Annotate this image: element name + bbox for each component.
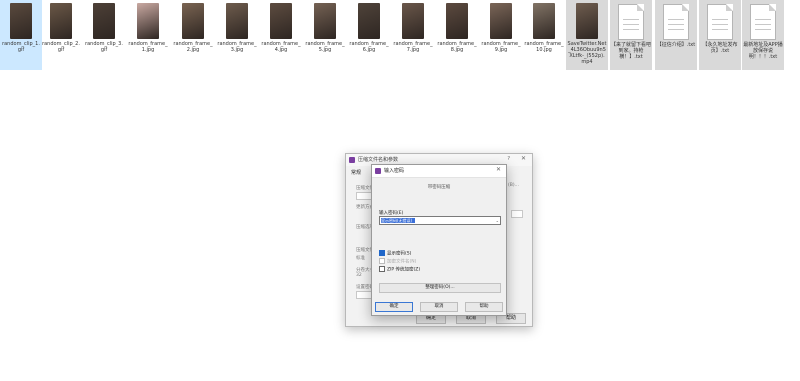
file-item[interactable]: random_frame_10.jpg	[523, 0, 565, 70]
file-item[interactable]: random_frame_4.jpg	[260, 0, 302, 70]
file-item[interactable]: random_frame_3.jpg	[216, 0, 258, 70]
zip-legacy-label: ZIP 传统加密(Z)	[387, 267, 421, 273]
file-name: random_frame_5.jpg	[305, 41, 345, 53]
text-file-icon	[663, 4, 689, 40]
password-input[interactable]: 显示密码(无错误) ⌄	[379, 216, 501, 225]
image-thumbnail-icon	[533, 3, 555, 39]
text-file-icon	[618, 4, 644, 40]
file-icon-grid: random_clip_1.gif random_clip_2.gif random…	[0, 0, 800, 72]
checkbox-icon	[379, 258, 385, 264]
chevron-down-icon[interactable]: ⌄	[496, 217, 499, 224]
text-file-icon	[750, 4, 776, 40]
image-thumbnail-icon	[270, 3, 292, 39]
close-icon[interactable]: ✕	[521, 155, 526, 162]
checkbox-checked-icon	[379, 250, 385, 256]
password-input-value: 显示密码(无错误)	[381, 218, 415, 223]
file-name: random_clip_1.gif	[2, 41, 40, 53]
file-name: random_frame_6.jpg	[349, 41, 389, 53]
winrar-icon	[349, 157, 355, 163]
file-item[interactable]: random_frame_2.jpg	[172, 0, 214, 70]
checkbox-icon	[379, 266, 385, 272]
file-item[interactable]: random_frame_5.jpg	[304, 0, 346, 70]
compression-method-value: 标准	[356, 256, 365, 261]
update-mode-select[interactable]	[511, 210, 523, 218]
file-item[interactable]: 【永久地址发布页】.txt	[699, 0, 741, 70]
file-name: random_frame_8.jpg	[437, 41, 477, 53]
image-thumbnail-icon	[576, 3, 598, 39]
file-name: random_frame_7.jpg	[393, 41, 433, 53]
file-name: SaveTwitter.Net_4L36Obuu9n5XLtfk-_(552p)…	[567, 41, 607, 65]
image-thumbnail-icon	[93, 3, 115, 39]
show-password-label: 显示密码(S)	[387, 251, 412, 257]
file-item[interactable]: random_clip_3.gif	[83, 0, 125, 70]
show-password-checkbox[interactable]: 显示密码(S)	[379, 250, 412, 257]
file-name: 【来了就留下看吧到家。持枪横！】.txt	[611, 42, 652, 60]
file-name: 【征信介绍】.txt	[656, 42, 696, 48]
image-thumbnail-icon	[402, 3, 424, 39]
archive-name-caption: 带密码压缩	[427, 185, 451, 190]
file-name: random_clip_2.gif	[42, 41, 80, 53]
file-item[interactable]: random_frame_8.jpg	[436, 0, 478, 70]
enter-password-dialog: 输入密码 ✕ 带密码压缩 输入密码(E) 显示密码(无错误) ⌄ 显示密码(S)…	[371, 164, 507, 316]
zip-legacy-encryption-checkbox[interactable]: ZIP 传统加密(Z)	[379, 266, 421, 273]
image-thumbnail-icon	[182, 3, 204, 39]
password-title-bar: 输入密码 ✕	[372, 165, 506, 178]
close-icon[interactable]: ✕	[496, 166, 501, 173]
image-thumbnail-icon	[226, 3, 248, 39]
image-thumbnail-icon	[358, 3, 380, 39]
file-item[interactable]: random_frame_6.jpg	[348, 0, 390, 70]
encrypt-filenames-checkbox[interactable]: 加密文件名(N)	[379, 258, 417, 265]
file-item[interactable]: 【征信介绍】.txt	[655, 0, 697, 70]
image-thumbnail-icon	[490, 3, 512, 39]
password-help-button[interactable]: 帮助	[465, 302, 503, 312]
file-item[interactable]: random_clip_2.gif	[40, 0, 82, 70]
file-item[interactable]: random_clip_1.gif	[0, 0, 42, 70]
image-thumbnail-icon	[314, 3, 336, 39]
browse-button[interactable]: (B)...	[508, 183, 519, 188]
dictionary-size-value: 32	[356, 273, 362, 278]
password-ok-button[interactable]: 确定	[375, 302, 413, 312]
organize-passwords-button[interactable]: 整理密码(O)...	[379, 283, 501, 293]
file-item[interactable]: random_frame_1.jpg	[127, 0, 169, 70]
image-thumbnail-icon	[10, 3, 32, 39]
file-name: 最新地址及APP播放保存说明！！！.txt	[743, 42, 783, 60]
file-name: random_frame_10.jpg	[524, 41, 564, 53]
file-item[interactable]: SaveTwitter.Net_4L36Obuu9n5XLtfk-_(552p)…	[566, 0, 608, 70]
file-item[interactable]: random_frame_9.jpg	[480, 0, 522, 70]
file-item[interactable]: random_frame_7.jpg	[392, 0, 434, 70]
text-file-icon	[707, 4, 733, 40]
file-name: random_frame_2.jpg	[173, 41, 213, 53]
file-name: random_frame_3.jpg	[217, 41, 257, 53]
file-name: random_frame_4.jpg	[261, 41, 301, 53]
tab-general[interactable]: 常规	[351, 169, 361, 176]
file-name: random_frame_1.jpg	[128, 41, 168, 53]
help-icon[interactable]: ?	[507, 156, 510, 162]
encrypt-filenames-label: 加密文件名(N)	[387, 259, 417, 265]
password-cancel-button[interactable]: 取消	[420, 302, 458, 312]
image-thumbnail-icon	[137, 3, 159, 39]
file-name: random_frame_9.jpg	[481, 41, 521, 53]
file-name: 【永久地址发布页】.txt	[702, 42, 738, 54]
image-thumbnail-icon	[446, 3, 468, 39]
file-item[interactable]: 最新地址及APP播放保存说明！！！.txt	[742, 0, 784, 70]
image-thumbnail-icon	[50, 3, 72, 39]
volume-size-field[interactable]	[356, 291, 372, 299]
file-item[interactable]: 【来了就留下看吧到家。持枪横！】.txt	[610, 0, 652, 70]
winrar-icon	[375, 168, 381, 174]
password-dialog-title: 输入密码	[384, 168, 405, 174]
outer-dialog-title: 压缩文件名和参数	[358, 157, 399, 163]
file-name: random_clip_3.gif	[85, 41, 123, 53]
